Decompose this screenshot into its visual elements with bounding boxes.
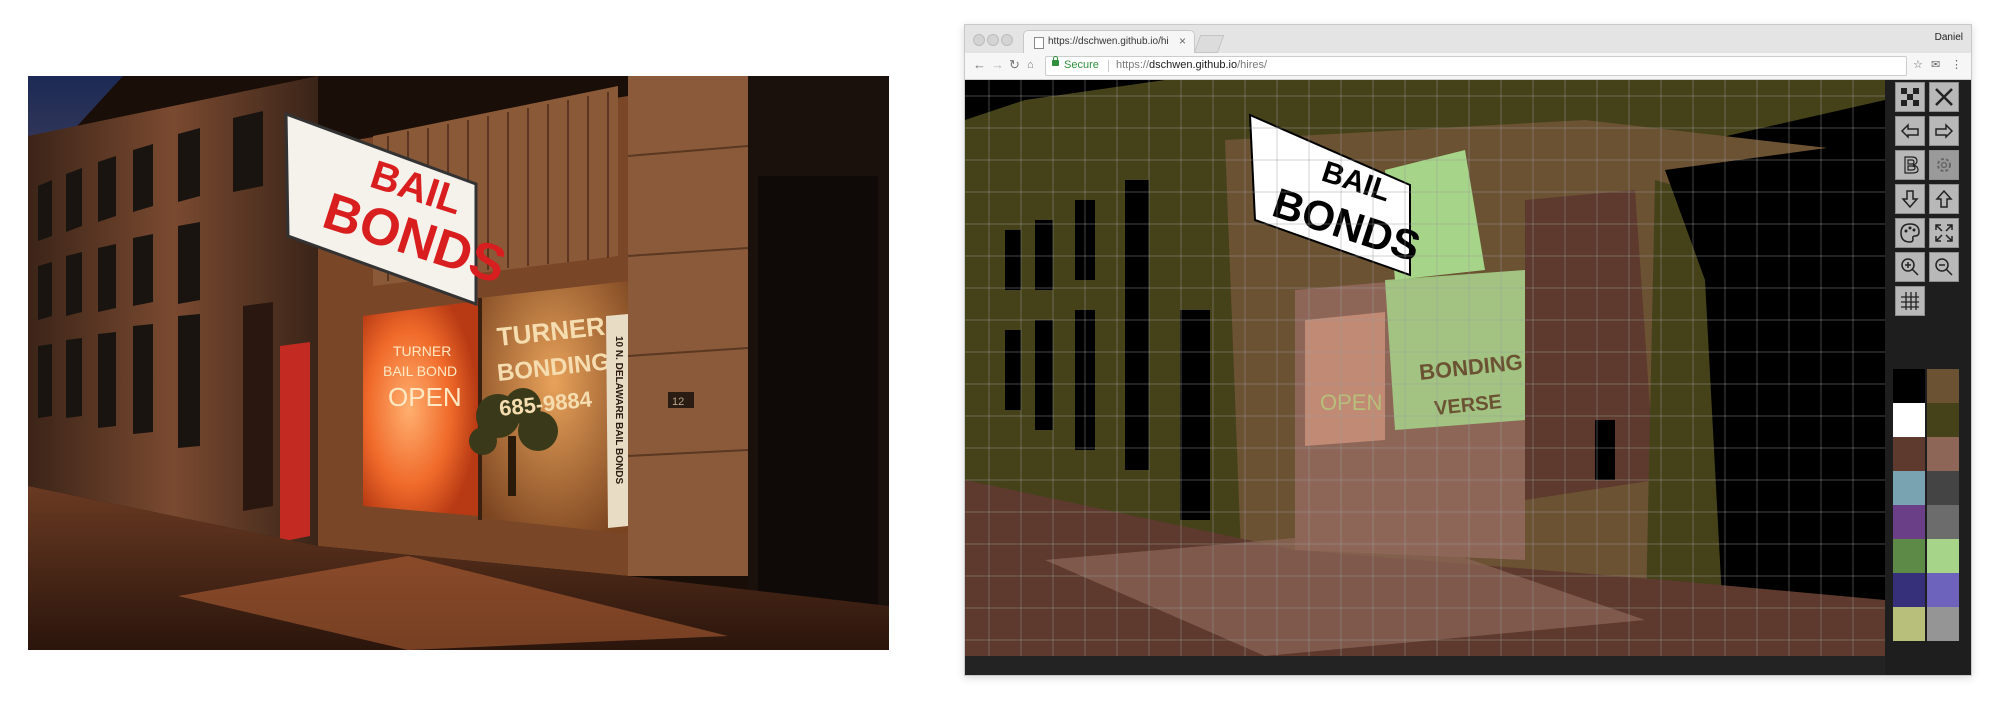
- tab-strip: https://dschwen.github.io/hires/ × Danie…: [965, 25, 1971, 54]
- browser-window: https://dschwen.github.io/hires/ × Danie…: [964, 24, 1972, 676]
- palette-swatch[interactable]: [1893, 607, 1925, 641]
- zoom-out-button[interactable]: [1929, 252, 1959, 282]
- import-icon: [1901, 190, 1919, 209]
- pixel-grid-icon: [1901, 88, 1919, 106]
- import-button[interactable]: [1895, 184, 1925, 214]
- pixel-canvas-drawing: BAIL BONDS OPEN BONDING VERSE: [965, 80, 1885, 656]
- omnibox-separator: [1108, 60, 1109, 72]
- palette-swatch[interactable]: [1927, 437, 1959, 471]
- secure-label: Secure: [1064, 59, 1099, 71]
- home-icon[interactable]: ⌂: [1027, 58, 1034, 72]
- redo-button[interactable]: [1929, 116, 1959, 146]
- palette-swatch[interactable]: [1893, 505, 1925, 539]
- palette-swatch[interactable]: [1927, 607, 1959, 641]
- palette-swatch[interactable]: [1893, 437, 1925, 471]
- bold-button[interactable]: [1895, 150, 1925, 180]
- window-zoom-dot[interactable]: [1001, 34, 1013, 46]
- palette-swatch[interactable]: [1927, 573, 1959, 607]
- window-minimize-dot[interactable]: [987, 34, 999, 46]
- palette-swatch[interactable]: [1927, 403, 1959, 437]
- tool-panel: [1885, 80, 1971, 675]
- extension-icon[interactable]: ✉: [1931, 58, 1940, 71]
- url-text: https://dschwen.github.io/hires/: [1116, 59, 1267, 71]
- photo-neon-turner: TURNER: [393, 343, 451, 359]
- reload-icon[interactable]: ↻: [1009, 58, 1020, 72]
- undo-icon: [1900, 123, 1919, 139]
- original-photo: TURNER BAIL BOND OPEN TURNER BONDING 685…: [28, 76, 889, 650]
- photo-neon-open: OPEN: [388, 382, 462, 412]
- url-host: dschwen.github.io: [1149, 59, 1238, 71]
- palette-swatch[interactable]: [1893, 403, 1925, 437]
- bold-b-icon: [1904, 156, 1919, 174]
- page-viewport: BAIL BONDS OPEN BONDING VERSE: [965, 80, 1971, 675]
- tab-title: https://dschwen.github.io/hires/: [1048, 36, 1168, 47]
- undo-button[interactable]: [1895, 116, 1925, 146]
- palette-swatch[interactable]: [1927, 471, 1959, 505]
- zoom-out-icon: [1935, 258, 1953, 276]
- palette-swatch[interactable]: [1893, 539, 1925, 573]
- export-icon: [1935, 189, 1953, 208]
- settings-button[interactable]: [1929, 150, 1959, 180]
- new-tab-button[interactable]: [1193, 35, 1225, 53]
- url-prefix: https://: [1116, 59, 1150, 71]
- back-arrow-icon[interactable]: ←: [973, 58, 986, 72]
- palette-swatch[interactable]: [1893, 369, 1925, 403]
- close-icon: [1935, 88, 1953, 106]
- palette-button[interactable]: [1895, 218, 1925, 248]
- bookmark-star-icon[interactable]: ☆: [1913, 58, 1923, 71]
- hires-editor-canvas[interactable]: BAIL BONDS OPEN BONDING VERSE: [965, 80, 1885, 656]
- palette-swatch[interactable]: [1927, 369, 1959, 403]
- zoom-in-icon: [1901, 258, 1919, 276]
- fullscreen-button[interactable]: [1929, 218, 1959, 248]
- window-close-dot[interactable]: [973, 34, 985, 46]
- tab-close-icon[interactable]: ×: [1179, 34, 1186, 48]
- browser-tab[interactable]: https://dschwen.github.io/hires/ ×: [1023, 30, 1195, 54]
- address-bar[interactable]: Secure https://dschwen.github.io/hires/: [1045, 56, 1907, 76]
- close-tool[interactable]: [1929, 82, 1959, 112]
- photo-vertical-sign: 10 N. DELAWARE BAIL BONDS: [613, 336, 624, 484]
- pixel-grid-tool[interactable]: [1895, 82, 1925, 112]
- grid-toggle-icon: [1901, 292, 1919, 310]
- url-path: /hires/: [1237, 59, 1268, 71]
- forward-arrow-icon[interactable]: →: [991, 58, 1004, 72]
- palette-icon: [1900, 223, 1920, 243]
- photo-drawing: TURNER BAIL BOND OPEN TURNER BONDING 685…: [28, 76, 889, 650]
- zoom-in-button[interactable]: [1895, 252, 1925, 282]
- export-button[interactable]: [1929, 184, 1959, 214]
- palette-swatch[interactable]: [1927, 505, 1959, 539]
- fullscreen-icon: [1935, 224, 1953, 242]
- lock-icon: [1052, 56, 1059, 66]
- profile-name[interactable]: Daniel: [1935, 32, 1963, 43]
- page-icon: [1034, 37, 1044, 49]
- photo-neon-bail-bond: BAIL BOND: [383, 363, 457, 379]
- redo-icon: [1935, 123, 1954, 139]
- palette-swatch[interactable]: [1893, 573, 1925, 607]
- palette-swatch[interactable]: [1927, 539, 1959, 573]
- browser-toolbar: ← → ↻ ⌂ Secure https://dschwen.github.io…: [965, 53, 1971, 80]
- grid-toggle-button[interactable]: [1895, 286, 1925, 316]
- menu-kebab-icon[interactable]: ⋮: [1951, 58, 1962, 71]
- photo-address-number: 12: [672, 396, 684, 408]
- palette-swatch[interactable]: [1893, 471, 1925, 505]
- settings-gear-icon: [1937, 158, 1951, 172]
